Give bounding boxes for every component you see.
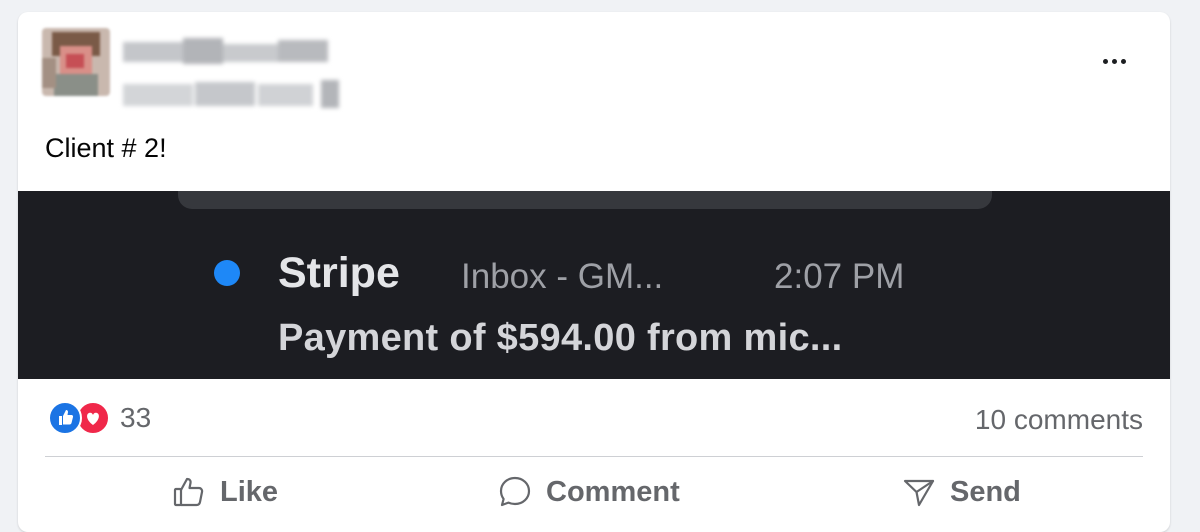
unread-dot-icon	[214, 260, 240, 286]
author-avatar[interactable]	[42, 28, 110, 96]
post-date-redacted[interactable]	[123, 80, 341, 110]
notification-previous-bar	[178, 191, 992, 209]
post-card: Client # 2! Stripe Inbox - GM... 2:07 PM…	[18, 12, 1170, 532]
comment-button[interactable]: Comment	[498, 472, 680, 512]
thumbs-up-icon	[173, 477, 204, 507]
comments-count-link[interactable]: 10 comments	[975, 404, 1143, 436]
notification-body: Payment of $594.00 from mic...	[278, 317, 843, 359]
send-icon	[903, 479, 935, 507]
comment-icon	[499, 476, 531, 507]
like-button[interactable]: Like	[172, 472, 278, 512]
notification-sender: Stripe	[278, 249, 400, 297]
like-label: Like	[220, 475, 279, 508]
notification-mailbox: Inbox - GM...	[461, 257, 664, 296]
reaction-count: 33	[120, 402, 152, 433]
notification-time: 2:07 PM	[774, 257, 905, 296]
like-reaction-icon	[48, 401, 82, 435]
post-image[interactable]: Stripe Inbox - GM... 2:07 PM Payment of …	[18, 191, 1170, 379]
send-label: Send	[950, 475, 1021, 508]
author-name-redacted[interactable]	[123, 38, 328, 68]
more-horizontal-icon	[1102, 58, 1108, 64]
action-divider	[45, 456, 1143, 457]
comment-label: Comment	[546, 475, 680, 508]
post-text: Client # 2!	[45, 133, 167, 163]
more-options-button[interactable]	[1094, 48, 1134, 74]
send-button[interactable]: Send	[902, 472, 1021, 512]
reactions-summary[interactable]: 33	[48, 401, 152, 435]
